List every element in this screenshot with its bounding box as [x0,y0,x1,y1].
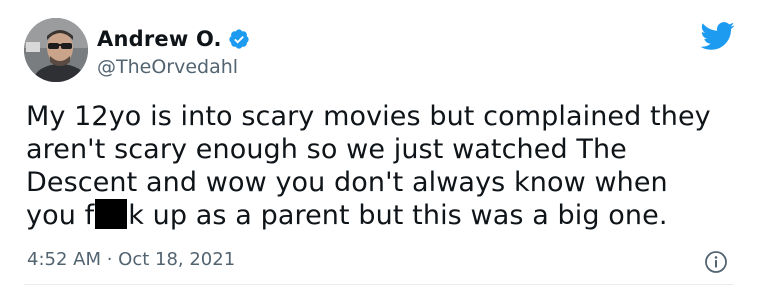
author-handle[interactable]: @TheOrvedahl [97,56,238,78]
tweet-text-line-4-end: k up as a parent but this was a big one. [128,200,668,231]
tweet-timestamp[interactable]: 4:52 AM · Oct 18, 2021 [27,249,235,270]
tweet-text-line-4: you f k up as a parent but this was a big… [26,199,746,232]
tweet-text: My 12yo is into scary movies but complai… [26,100,746,232]
divider [24,284,734,285]
censor-bar [95,199,128,229]
tweet-text-line-2: aren't scary enough so we just watched T… [26,134,627,165]
author-name-row[interactable]: Andrew O. [97,25,250,53]
avatar-image [24,18,88,82]
author-display-name[interactable]: Andrew O. [97,27,222,51]
tweet-text-line-1: My 12yo is into scary movies but complai… [26,101,711,132]
tweet-card: Andrew O. @TheOrvedahl My 12yo is into s… [0,0,758,297]
verified-badge-icon [228,28,250,50]
tweet-text-line-4-start: you f [26,200,95,231]
info-icon[interactable] [704,250,728,274]
avatar[interactable] [24,18,88,82]
twitter-bird-icon[interactable] [699,21,735,51]
tweet-text-line-3: Descent and wow you don't always know wh… [26,167,668,198]
